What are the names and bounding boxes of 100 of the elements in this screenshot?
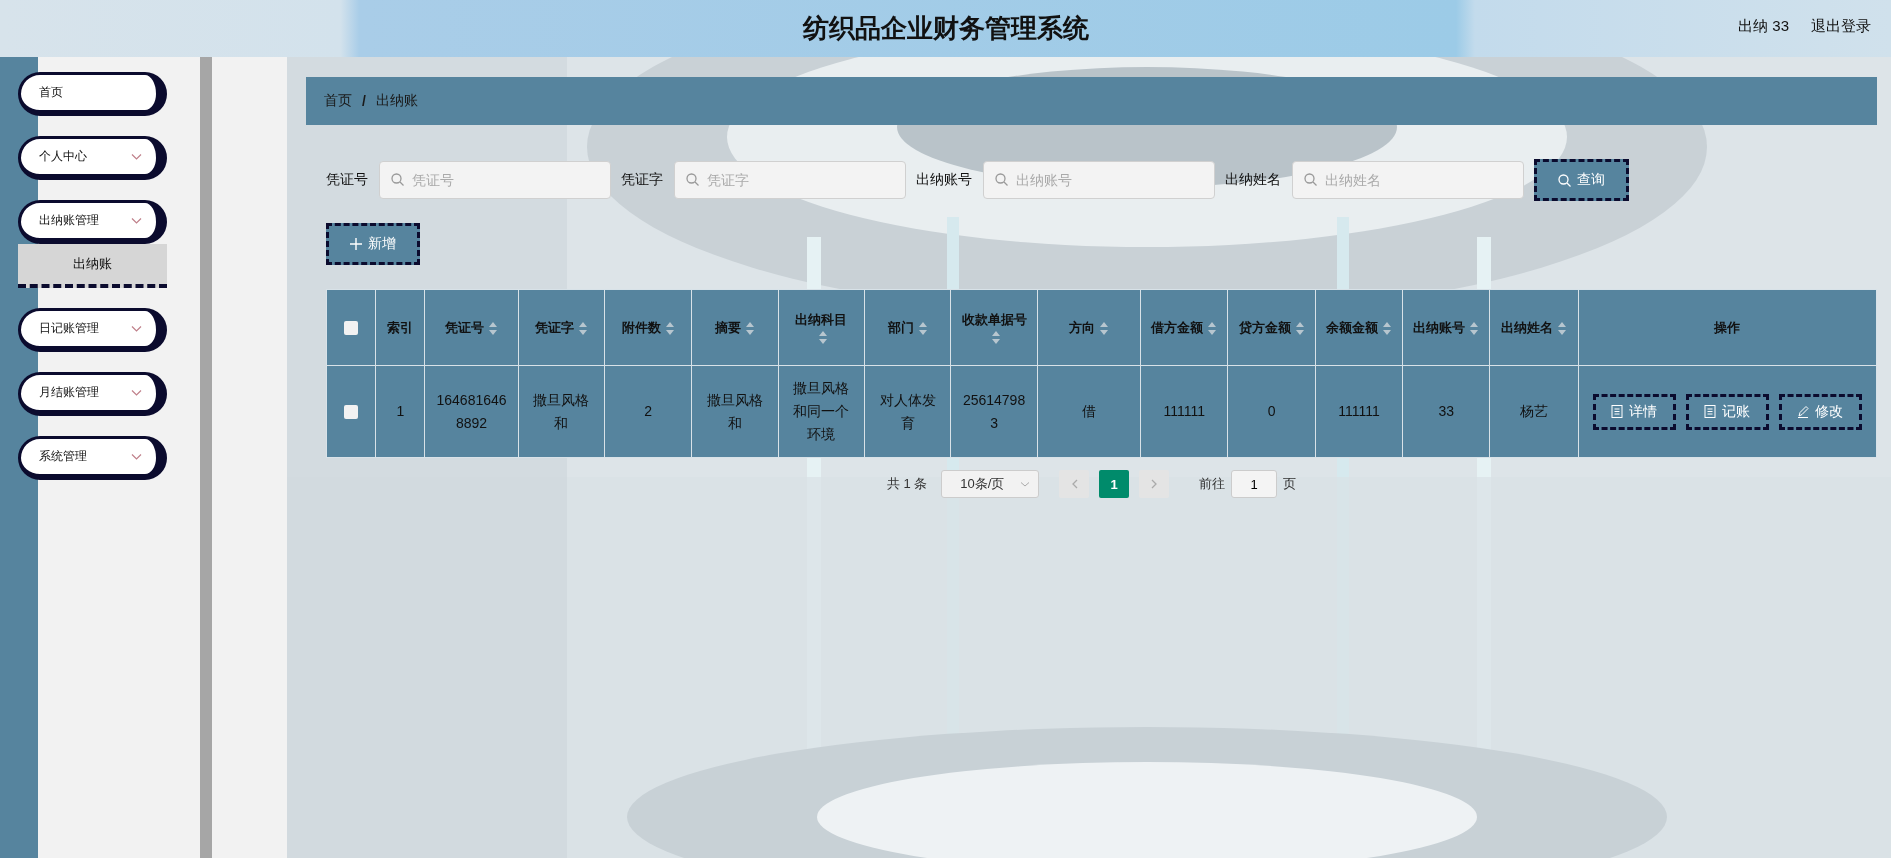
sort-icon[interactable]: [664, 321, 675, 335]
table-cell: 对人体发育: [864, 365, 951, 458]
add-button[interactable]: 新增: [326, 223, 420, 265]
menu-label: 个人中心: [39, 148, 87, 165]
search-icon: [1304, 173, 1317, 186]
edit-button[interactable]: 修改: [1778, 393, 1862, 430]
sort-icon[interactable]: [1557, 321, 1568, 335]
table-cell: 0: [1227, 365, 1316, 458]
table-cell: 33: [1402, 365, 1490, 458]
menu-item[interactable]: 系统管理: [18, 436, 167, 480]
menu-item[interactable]: 出纳账管理: [18, 200, 167, 244]
menu-item[interactable]: 日记账管理: [18, 308, 167, 352]
column-header: 操作: [1578, 289, 1877, 366]
menu-label: 月结账管理: [39, 384, 99, 401]
table-cell: 111111: [1140, 365, 1228, 458]
sort-icon[interactable]: [1469, 321, 1480, 335]
sort-icon[interactable]: [1207, 321, 1218, 335]
column-header[interactable]: 凭证字: [518, 289, 605, 366]
chevron-icon: [131, 389, 142, 396]
menu-label: 系统管理: [39, 448, 87, 465]
search-icon: [1558, 173, 1571, 187]
menu-label: 首页: [39, 84, 63, 101]
goto-label: 前往: [1199, 475, 1226, 493]
sort-icon[interactable]: [1098, 321, 1109, 335]
document-icon: [1611, 405, 1624, 418]
sort-icon[interactable]: [577, 321, 588, 335]
field-label: 出纳账号: [916, 171, 972, 189]
sort-icon[interactable]: [818, 331, 829, 345]
menu-item[interactable]: 个人中心: [18, 136, 167, 180]
table-cell: 1646816468892: [424, 365, 519, 458]
page-input[interactable]: 1: [1231, 470, 1278, 498]
page-size-select[interactable]: 10条/页: [941, 470, 1040, 498]
sort-icon[interactable]: [488, 321, 499, 335]
checkbox[interactable]: [344, 405, 359, 420]
prev-page-button[interactable]: [1059, 470, 1090, 498]
search-field[interactable]: 出纳账号: [983, 161, 1215, 199]
chevron-icon: [131, 325, 142, 332]
menu-item[interactable]: 月结账管理: [18, 372, 167, 416]
sort-icon[interactable]: [1294, 321, 1305, 335]
checkbox[interactable]: [344, 321, 359, 336]
search-button[interactable]: 查询: [1534, 159, 1629, 201]
search-icon: [391, 173, 404, 186]
column-header[interactable]: 部门: [864, 289, 951, 366]
table-cell: 借: [1037, 365, 1141, 458]
column-header[interactable]: 出纳姓名: [1489, 289, 1579, 366]
search-field[interactable]: 出纳姓名: [1292, 161, 1524, 199]
table-cell: 2: [604, 365, 692, 458]
submenu-item[interactable]: 出纳账: [18, 244, 167, 288]
logout-link[interactable]: 退出登录: [1811, 17, 1871, 36]
sort-icon[interactable]: [745, 321, 756, 335]
menu-item[interactable]: 首页: [18, 72, 167, 116]
column-header: 索引: [375, 289, 425, 366]
search-icon: [686, 173, 699, 186]
search-icon: [995, 173, 1008, 186]
chevron-icon: [131, 453, 142, 460]
breadcrumb-item[interactable]: 首页: [324, 92, 352, 110]
chevron-icon: [131, 217, 142, 224]
column-header[interactable]: 附件数: [604, 289, 692, 366]
column-header[interactable]: 贷方金额: [1227, 289, 1316, 366]
search-field[interactable]: 凭证号: [379, 161, 611, 199]
next-page-button[interactable]: [1139, 470, 1170, 498]
table-cell: 撒旦风格和同一个环境: [778, 365, 865, 458]
sort-icon[interactable]: [991, 331, 1002, 345]
menu-label: 出纳账管理: [39, 212, 99, 229]
page-suffix: 页: [1283, 475, 1297, 493]
table-cell: 撒旦风格和: [691, 365, 779, 458]
document-icon: [1704, 405, 1717, 418]
table-cell: 撒旦风格和: [518, 365, 605, 458]
menu-label: 日记账管理: [39, 320, 99, 337]
sort-icon[interactable]: [1381, 321, 1392, 335]
column-header[interactable]: 出纳科目: [778, 289, 865, 366]
table-cell: 杨艺: [1489, 365, 1579, 458]
chevron-icon: [1020, 481, 1031, 487]
detail-button[interactable]: 详情: [1592, 393, 1676, 430]
chevron-right-icon: [1150, 479, 1158, 489]
field-label: 出纳姓名: [1225, 171, 1281, 189]
table-cell: 111111: [1315, 365, 1403, 458]
field-label: 凭证字: [621, 171, 663, 189]
chevron-left-icon: [1070, 479, 1078, 489]
chevron-icon: [131, 153, 142, 160]
column-header[interactable]: 出纳账号: [1402, 289, 1490, 366]
breadcrumb-item: 出纳账: [375, 92, 418, 110]
search-field[interactable]: 凭证字: [674, 161, 906, 199]
record-button[interactable]: 记账: [1685, 393, 1769, 430]
field-label: 凭证号: [326, 171, 368, 189]
table-cell: 256147983: [950, 365, 1038, 458]
column-header[interactable]: 凭证号: [424, 289, 519, 366]
column-header[interactable]: 余额金额: [1315, 289, 1403, 366]
pencil-icon: [1797, 405, 1810, 418]
sort-icon[interactable]: [917, 321, 928, 335]
page-number[interactable]: 1: [1099, 470, 1130, 498]
column-header[interactable]: 收款单据号: [950, 289, 1038, 366]
table-cell: 1: [375, 365, 425, 458]
column-header[interactable]: 方向: [1037, 289, 1141, 366]
total-count: 共 1 条: [886, 475, 928, 493]
column-header[interactable]: 摘要: [691, 289, 779, 366]
user-label: 出纳 33: [1738, 17, 1789, 36]
column-header[interactable]: 借方金额: [1140, 289, 1228, 366]
breadcrumb-separator: /: [362, 93, 366, 109]
plus-icon: [350, 238, 362, 250]
